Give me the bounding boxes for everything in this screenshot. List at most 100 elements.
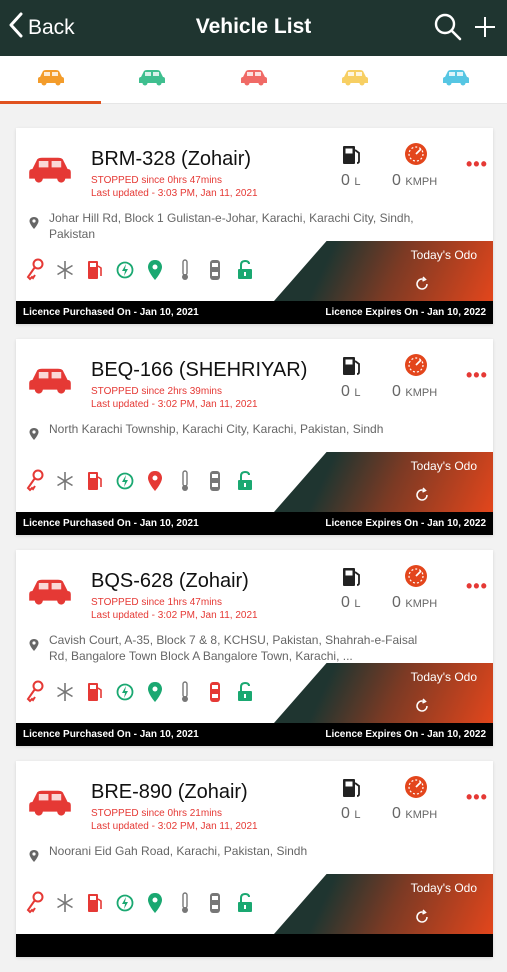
tab-vehicle-status-5[interactable] — [406, 56, 507, 103]
ac-snowflake-icon — [56, 891, 74, 915]
location-pin-icon — [146, 680, 164, 704]
lock-icon — [236, 680, 254, 704]
vehicle-status: STOPPED since 0hrs 21mins — [91, 808, 222, 819]
back-label: Back — [28, 16, 75, 39]
tab-vehicle-status-4[interactable] — [304, 56, 405, 103]
speed-value: 0 — [392, 383, 401, 400]
car-icon — [137, 68, 167, 91]
more-options-button[interactable]: ••• — [466, 576, 488, 597]
search-icon[interactable] — [433, 12, 463, 47]
car-icon — [26, 154, 74, 184]
licence-expires: Licence Expires On - Jan 10, 2022 — [325, 307, 486, 318]
speedometer-icon — [402, 141, 430, 170]
fuel-icon — [341, 777, 363, 804]
car-icon — [26, 576, 74, 606]
door-icon — [206, 891, 224, 915]
fuel-icon — [341, 355, 363, 382]
door-icon — [206, 680, 224, 704]
speedometer-icon — [402, 774, 430, 803]
lock-icon — [236, 469, 254, 493]
car-icon — [26, 787, 74, 817]
vehicle-plate: BQS-628 (Zohair) — [91, 570, 249, 592]
more-options-button[interactable]: ••• — [466, 787, 488, 808]
licence-bar: Licence Purchased On - Jan 10, 2021 Licen… — [16, 723, 493, 746]
vehicle-card[interactable]: BEQ-166 (SHEHRIYAR) STOPPED since 2hrs 39… — [16, 339, 493, 535]
fuel-icon — [341, 144, 363, 171]
charging-icon — [116, 680, 134, 704]
ignition-key-icon — [26, 469, 44, 493]
door-icon — [206, 469, 224, 493]
ac-snowflake-icon — [56, 258, 74, 282]
speed-level: 0 KMPH — [392, 172, 437, 190]
tab-vehicle-status-1[interactable] — [0, 56, 102, 104]
temperature-icon — [176, 258, 194, 282]
car-icon — [26, 365, 74, 395]
vehicle-plate: BEQ-166 (SHEHRIYAR) — [91, 359, 308, 381]
speed-unit: KMPH — [405, 387, 438, 399]
refresh-icon[interactable] — [414, 487, 430, 508]
fuel-value: 0 — [341, 594, 350, 611]
vehicle-status-tabs — [0, 56, 507, 104]
vehicle-card[interactable]: BRE-890 (Zohair) STOPPED since 0hrs 21min… — [16, 761, 493, 957]
fuel-value: 0 — [341, 383, 350, 400]
location-pin-icon — [146, 258, 164, 282]
speed-unit: KMPH — [405, 598, 438, 610]
tab-vehicle-status-3[interactable] — [203, 56, 304, 103]
map-pin-icon — [28, 216, 40, 235]
licence-purchased: Licence Purchased On - Jan 10, 2021 — [23, 518, 199, 529]
fuel-unit: L — [354, 598, 361, 610]
fuel-value: 0 — [341, 172, 350, 189]
status-icons — [26, 891, 254, 915]
speed-value: 0 — [392, 172, 401, 189]
refresh-icon[interactable] — [414, 698, 430, 719]
chevron-left-icon — [8, 12, 24, 44]
refresh-icon[interactable] — [414, 276, 430, 297]
vehicle-card[interactable]: BRM-328 (Zohair) STOPPED since 0hrs 47min… — [16, 128, 493, 324]
speed-level: 0 KMPH — [392, 805, 437, 823]
fuel-pump-icon — [86, 258, 104, 282]
fuel-level: 0 L — [341, 805, 360, 823]
vehicle-status: STOPPED since 0hrs 47mins — [91, 175, 222, 186]
status-icons — [26, 258, 254, 282]
vehicle-status: STOPPED since 1hrs 47mins — [91, 597, 222, 608]
vehicle-address: Cavish Court, A-35, Block 7 & 8, KCHSU, … — [49, 633, 418, 663]
ignition-key-icon — [26, 258, 44, 282]
speedometer-icon — [402, 352, 430, 381]
fuel-level: 0 L — [341, 172, 360, 190]
speed-unit: KMPH — [405, 809, 438, 821]
speed-value: 0 — [392, 805, 401, 822]
last-updated: Last updated - 3:02 PM, Jan 11, 2021 — [91, 399, 258, 410]
car-icon — [239, 68, 269, 91]
map-pin-icon — [28, 638, 40, 657]
tab-vehicle-status-2[interactable] — [101, 56, 202, 103]
lock-icon — [236, 891, 254, 915]
speedometer-icon — [402, 563, 430, 592]
location-pin-icon — [146, 469, 164, 493]
licence-bar: Licence Purchased On - Jan 10, 2021 Licen… — [16, 512, 493, 535]
speed-unit: KMPH — [405, 176, 438, 188]
refresh-icon[interactable] — [414, 909, 430, 930]
car-icon — [36, 68, 66, 91]
odo-label: Today's Odo — [410, 248, 477, 262]
vehicle-status: STOPPED since 2hrs 39mins — [91, 386, 222, 397]
fuel-value: 0 — [341, 805, 350, 822]
back-button[interactable]: Back — [8, 12, 75, 44]
fuel-unit: L — [354, 387, 361, 399]
app-header: Back Vehicle List — [0, 0, 507, 56]
fuel-unit: L — [354, 176, 361, 188]
fuel-icon — [341, 566, 363, 593]
ignition-key-icon — [26, 891, 44, 915]
more-options-button[interactable]: ••• — [466, 365, 488, 386]
temperature-icon — [176, 891, 194, 915]
temperature-icon — [176, 469, 194, 493]
vehicle-card[interactable]: BQS-628 (Zohair) STOPPED since 1hrs 47min… — [16, 550, 493, 746]
add-icon[interactable] — [473, 15, 497, 44]
car-icon — [441, 68, 471, 91]
licence-purchased: Licence Purchased On - Jan 10, 2021 — [23, 729, 199, 740]
todays-odo-panel: Today's Odo — [274, 663, 493, 723]
last-updated: Last updated - 3:03 PM, Jan 11, 2021 — [91, 188, 258, 199]
speed-level: 0 KMPH — [392, 383, 437, 401]
more-options-button[interactable]: ••• — [466, 154, 488, 175]
charging-icon — [116, 258, 134, 282]
charging-icon — [116, 891, 134, 915]
